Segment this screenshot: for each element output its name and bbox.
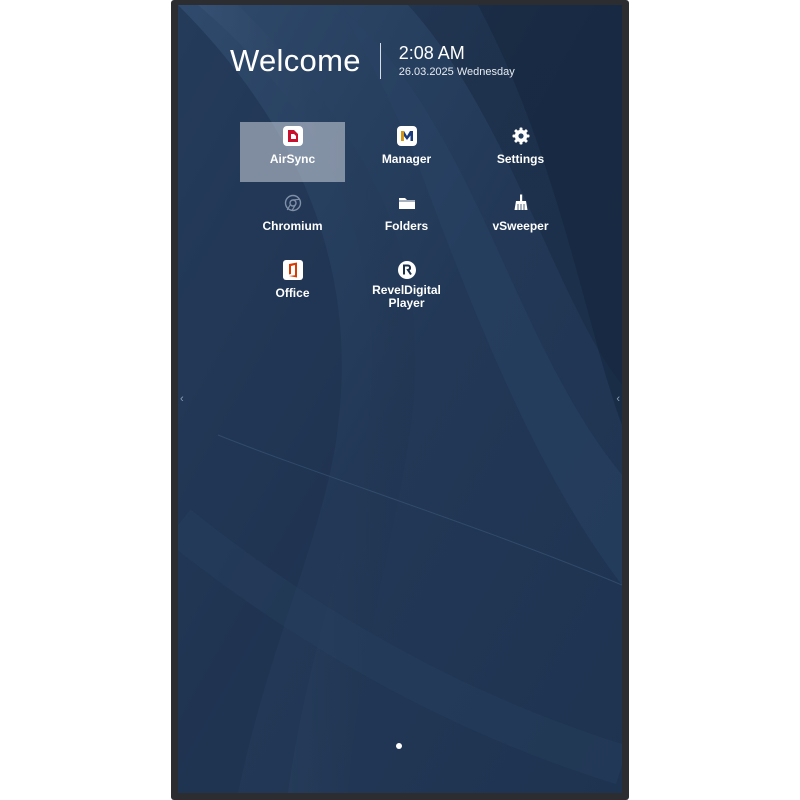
app-manager[interactable]: Manager (354, 122, 459, 182)
app-settings[interactable]: Settings (468, 122, 573, 182)
app-label: Folders (384, 219, 429, 233)
chevron-left-icon[interactable]: ‹ (180, 393, 184, 405)
reveldigital-icon (397, 260, 417, 280)
app-label: RevelDigital Player (372, 283, 441, 310)
app-chromium[interactable]: Chromium (240, 189, 345, 249)
app-folders[interactable]: Folders (354, 189, 459, 249)
app-airsync[interactable]: AirSync (240, 122, 345, 182)
display-bezel: ‹ ‹ Welcome 2:08 AM 26.03.2025 Wednesday… (171, 0, 629, 800)
chevron-right-icon[interactable]: ‹ (616, 393, 620, 405)
app-office[interactable]: Office (240, 256, 345, 316)
app-label: Office (275, 286, 310, 300)
office-icon (282, 260, 303, 280)
welcome-header: Welcome 2:08 AM 26.03.2025 Wednesday (230, 43, 515, 79)
chromium-icon (283, 193, 303, 213)
app-vsweeper[interactable]: vSweeper (468, 189, 573, 249)
app-label: Manager (381, 152, 432, 166)
home-screen: ‹ ‹ Welcome 2:08 AM 26.03.2025 Wednesday… (178, 5, 622, 793)
welcome-title: Welcome (230, 43, 361, 78)
app-label: vSweeper (492, 219, 549, 233)
manager-icon (396, 126, 417, 146)
broom-icon (511, 193, 531, 213)
airsync-icon (282, 126, 303, 146)
app-label: Settings (496, 152, 545, 166)
app-label: Chromium (262, 219, 323, 233)
page-indicator-dot[interactable] (396, 743, 402, 749)
app-reveldigital-player[interactable]: RevelDigital Player (354, 256, 459, 322)
folder-icon (397, 193, 417, 213)
app-label: AirSync (269, 152, 316, 166)
clock-time: 2:08 AM (398, 43, 465, 63)
clock-date: 26.03.2025 Wednesday (398, 66, 515, 78)
clock: 2:08 AM 26.03.2025 Wednesday (399, 43, 515, 79)
gear-icon (511, 126, 531, 146)
header-divider (379, 43, 381, 79)
